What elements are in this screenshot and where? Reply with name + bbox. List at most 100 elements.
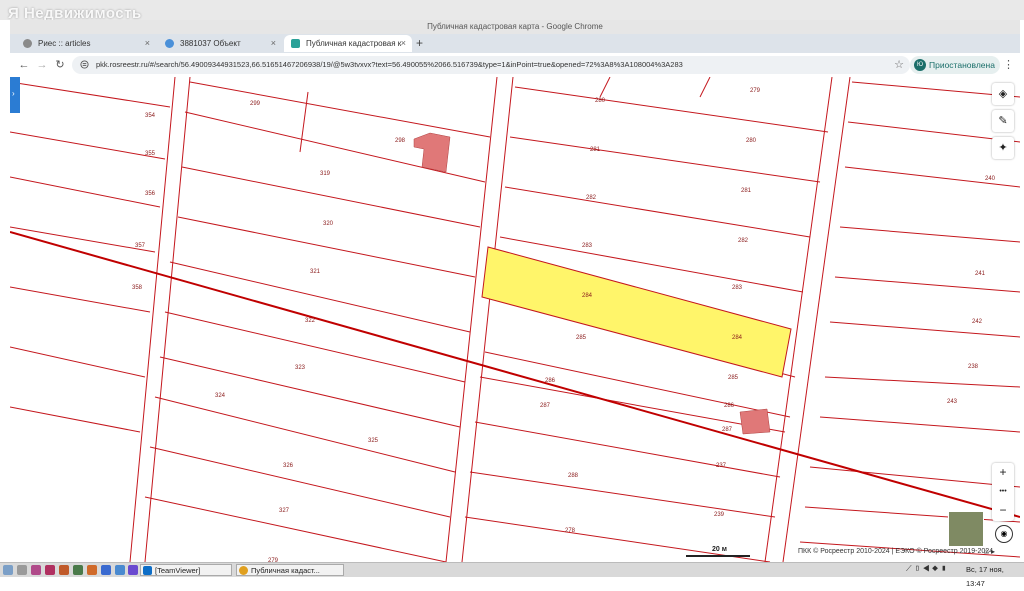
more-options-button[interactable]: ••• xyxy=(992,482,1014,501)
globe-icon xyxy=(23,39,32,48)
parcel-number-label: 357 xyxy=(135,243,146,249)
scale-line xyxy=(686,555,750,557)
profile-status: Приостановлена xyxy=(929,60,995,70)
clock: Вс, 17 ноя, 13:47 xyxy=(966,565,1004,588)
chrome-icon xyxy=(239,566,248,575)
parcel-number-label: 288 xyxy=(568,473,579,479)
taskbar: [TeamViewer] Публичная кадаст... ⟋ ▯ ◀ ◆… xyxy=(0,562,1024,588)
app-icon[interactable] xyxy=(115,565,125,575)
app-icon[interactable] xyxy=(45,565,55,575)
parcel-number-label: 285 xyxy=(576,335,587,341)
map-copyright: ПКК © Росреестр 2010-2024 | ЕЭКО © Росре… xyxy=(798,548,994,555)
ruler-icon[interactable]: ✎ xyxy=(992,110,1014,132)
scale-bar: 20 м xyxy=(686,546,750,557)
zoom-controls: + ••• − xyxy=(992,463,1014,521)
building-2 xyxy=(739,408,771,435)
tab-cadastral-map[interactable]: Публичная кадастровая к × xyxy=(284,35,412,52)
compass-icon[interactable]: ◉ xyxy=(995,525,1013,543)
files-icon[interactable] xyxy=(17,565,27,575)
parcel-number-label: 319 xyxy=(320,171,331,177)
close-icon[interactable]: × xyxy=(271,35,276,52)
layers-icon[interactable]: ◈ xyxy=(992,83,1014,105)
chevron-right-icon: › xyxy=(12,89,15,98)
parcel-number-label: 238 xyxy=(968,364,979,370)
tab-articles[interactable]: Риес :: articles × xyxy=(16,35,156,52)
address-bar[interactable]: pkk.rosreestr.ru/#/search/56.49009344931… xyxy=(72,56,910,74)
parcel-number-label: 240 xyxy=(985,176,996,182)
shield-icon[interactable]: ◆ xyxy=(932,564,938,573)
new-tab-button[interactable]: + xyxy=(416,34,423,53)
app-icon[interactable] xyxy=(59,565,69,575)
window-title: Публичная кадастровая карта - Google Chr… xyxy=(10,20,1020,34)
sidebar-toggle-button[interactable]: › xyxy=(10,77,20,113)
system-tray: ⟋ ▯ ◀ ◆ ▮ xyxy=(906,564,947,574)
parcel-number-label: 299 xyxy=(250,101,261,107)
locate-icon[interactable]: ✦ xyxy=(992,137,1014,159)
app-icon[interactable] xyxy=(101,565,111,575)
parcel-number-label: 242 xyxy=(972,319,983,325)
parcel-number-label: 237 xyxy=(716,463,727,469)
bookmark-star-icon[interactable]: ☆ xyxy=(894,56,904,74)
forward-button[interactable]: → xyxy=(34,56,50,74)
taskbar-app-teamviewer[interactable]: [TeamViewer] xyxy=(140,564,232,576)
tab-object[interactable]: 3881037 Объект × xyxy=(158,35,282,52)
parcel-number-label: 281 xyxy=(741,188,752,194)
parcel-number-label: 287 xyxy=(722,427,733,433)
app-icon[interactable] xyxy=(31,565,41,575)
parcel-number-label: 321 xyxy=(310,269,321,275)
parcel-number-label: 325 xyxy=(368,438,379,444)
zoom-out-button[interactable]: − xyxy=(992,501,1014,520)
firefox-icon[interactable] xyxy=(87,565,97,575)
url-text: pkk.rosreestr.ru/#/search/56.49009344931… xyxy=(96,60,683,69)
tab-bar: Риес :: articles × 3881037 Объект × Публ… xyxy=(10,34,1020,53)
battery-icon[interactable]: ▮ xyxy=(940,564,946,573)
parcel-number-label: 286 xyxy=(724,403,735,409)
taskbar-app-chrome[interactable]: Публичная кадаст... xyxy=(236,564,344,576)
parcel-number-label: 322 xyxy=(305,318,316,324)
parcel-number-label: 323 xyxy=(295,365,306,371)
parcel-number-label: 286 xyxy=(545,378,556,384)
taskbar-app-label: [TeamViewer] xyxy=(155,566,201,575)
parcel-number-label: 281 xyxy=(590,147,601,153)
parcel-number-label: 282 xyxy=(586,195,597,201)
cadastral-map[interactable]: 354 355 356 357 358 299 298 319 320 321 322 323 324 3… xyxy=(10,77,1020,562)
parcel-number-label: 298 xyxy=(395,138,406,144)
close-icon[interactable]: × xyxy=(145,35,150,52)
volume-icon[interactable]: ◀ xyxy=(922,564,929,573)
parcel-number-label: 287 xyxy=(540,403,551,409)
map-canvas[interactable]: 354 355 356 357 358 299 298 319 320 321 322 323 324 3… xyxy=(10,77,1020,562)
parcel-number-label: 320 xyxy=(323,221,334,227)
tab-label: Публичная кадастровая к xyxy=(306,39,402,48)
zoom-in-button[interactable]: + xyxy=(992,463,1014,482)
parcel-number-label: 282 xyxy=(738,238,749,244)
parcel-number-label: 358 xyxy=(132,285,143,291)
site-info-icon[interactable] xyxy=(80,60,89,69)
back-button[interactable]: ← xyxy=(16,56,32,74)
network-icon[interactable]: ⟋ xyxy=(906,564,912,573)
parcel-number-label: 356 xyxy=(145,191,156,197)
parcel-number-label: 283 xyxy=(732,285,743,291)
selected-parcel-283[interactable] xyxy=(481,246,792,378)
parcel-number-label: 241 xyxy=(975,271,986,277)
parcel-number-label: 355 xyxy=(145,151,156,157)
profile-button[interactable]: Ю Приостановлена xyxy=(910,56,1000,74)
terminal-icon[interactable] xyxy=(73,565,83,575)
basemap-switcher[interactable] xyxy=(948,511,984,547)
home-icon[interactable]: ⌂ ▸ xyxy=(984,547,995,556)
parcel-number-label: 278 xyxy=(565,528,576,534)
app-icon[interactable] xyxy=(128,565,138,575)
tab-label: 3881037 Объект xyxy=(180,39,241,48)
browser-toolbar: ← → ↻ pkk.rosreestr.ru/#/search/56.49009… xyxy=(10,53,1020,78)
menu-kebab-icon[interactable]: ⋮ xyxy=(1003,56,1014,74)
reload-button[interactable]: ↻ xyxy=(52,56,68,74)
parcel-number-label: 283 xyxy=(582,243,593,249)
close-icon[interactable]: × xyxy=(401,35,406,52)
start-menu-icon[interactable] xyxy=(3,565,13,575)
clipboard-icon[interactable]: ▯ xyxy=(914,564,920,573)
parcel-number-label: 239 xyxy=(714,512,725,518)
taskbar-app-label: Публичная кадаст... xyxy=(251,566,320,575)
parcel-number-label: 285 xyxy=(728,375,739,381)
parcel-number-label: 326 xyxy=(283,463,294,469)
avatar: Ю xyxy=(914,59,926,71)
parcel-number-label: 324 xyxy=(215,393,226,399)
